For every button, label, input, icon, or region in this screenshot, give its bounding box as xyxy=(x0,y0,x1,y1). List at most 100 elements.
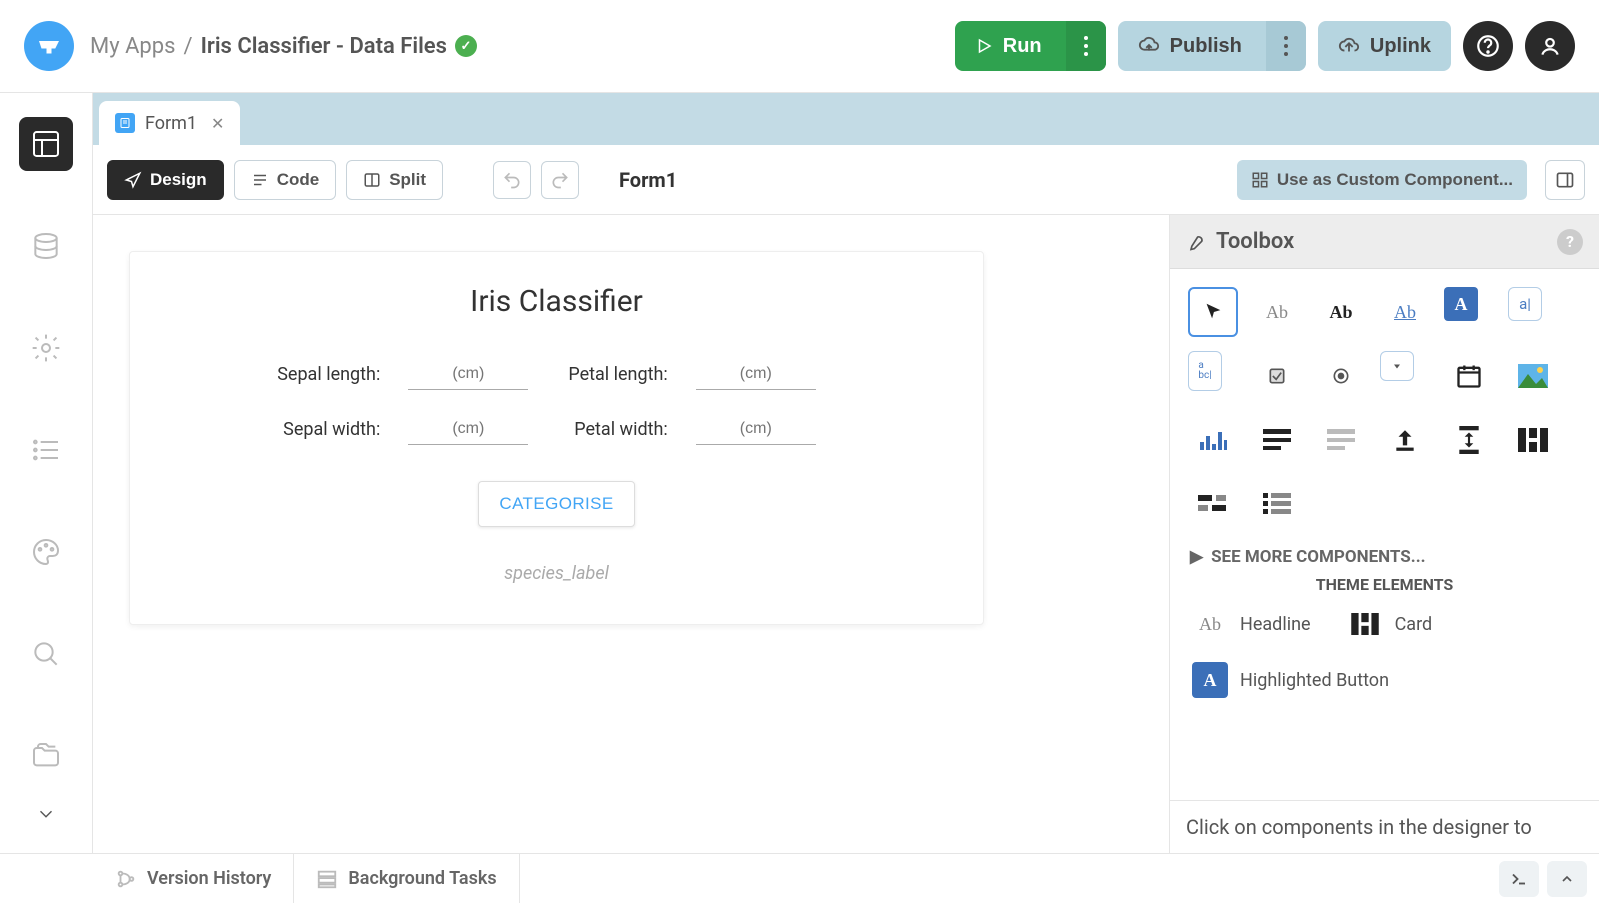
code-label: Code xyxy=(277,170,320,190)
collapse-bottom-button[interactable] xyxy=(1547,861,1587,897)
publish-label: Publish xyxy=(1170,35,1242,58)
tab-form1[interactable]: Form1 ✕ xyxy=(99,101,240,145)
component-textbox[interactable]: a| xyxy=(1508,287,1542,321)
theme-headline-label: Headline xyxy=(1240,614,1311,635)
breadcrumb-separator: / xyxy=(184,34,193,59)
theme-highlighted-button-label: Highlighted Button xyxy=(1240,670,1389,691)
breadcrumb: My Apps / Iris Classifier - Data Files ✓ xyxy=(90,34,939,59)
card-icon xyxy=(1347,606,1383,642)
publish-menu-button[interactable] xyxy=(1266,21,1306,71)
sepal-length-input[interactable] xyxy=(408,359,528,390)
close-tab-icon[interactable]: ✕ xyxy=(211,114,224,133)
species-label-placeholder: species_label xyxy=(170,563,943,584)
top-bar: My Apps / Iris Classifier - Data Files ✓… xyxy=(0,0,1599,93)
redo-button[interactable] xyxy=(541,161,579,199)
component-datagrid[interactable] xyxy=(1316,415,1366,465)
version-history-tab[interactable]: Version History xyxy=(93,854,294,903)
version-history-label: Version History xyxy=(147,868,271,889)
petal-length-input[interactable] xyxy=(696,359,816,390)
component-repeatingpanel[interactable] xyxy=(1252,479,1302,529)
component-checkbox[interactable] xyxy=(1252,351,1302,401)
categorise-button[interactable]: CATEGORISE xyxy=(478,481,634,527)
component-button[interactable]: A xyxy=(1444,287,1478,321)
toolbox-hint: Click on components in the designer to xyxy=(1170,800,1599,853)
sepal-length-label: Sepal length: xyxy=(277,364,388,385)
help-button[interactable] xyxy=(1463,21,1513,71)
bottom-bar: Version History Background Tasks xyxy=(0,853,1599,903)
split-view-button[interactable]: Split xyxy=(346,160,443,200)
app-browser-button[interactable] xyxy=(19,117,73,171)
publish-button[interactable]: Publish xyxy=(1118,21,1306,71)
component-richtext[interactable] xyxy=(1252,415,1302,465)
run-label: Run xyxy=(1003,35,1042,58)
component-pointer[interactable] xyxy=(1188,287,1238,337)
tabs-bar: Form1 ✕ xyxy=(93,93,1599,145)
component-link[interactable]: Ab xyxy=(1380,287,1430,337)
collapse-rail-button[interactable] xyxy=(19,787,73,841)
component-datepicker[interactable] xyxy=(1444,351,1494,401)
custom-component-label: Use as Custom Component... xyxy=(1277,170,1513,190)
petal-width-input[interactable] xyxy=(696,414,816,445)
tab-label: Form1 xyxy=(145,113,197,134)
component-bold-label[interactable]: Ab xyxy=(1316,287,1366,337)
top-actions: Run Publish Uplink xyxy=(955,21,1575,71)
component-plot[interactable] xyxy=(1188,415,1238,465)
data-tables-button[interactable] xyxy=(19,219,73,273)
saved-check-icon: ✓ xyxy=(455,35,477,57)
theme-card-label: Card xyxy=(1395,614,1433,635)
component-dropdown[interactable] xyxy=(1380,351,1414,381)
undo-button[interactable] xyxy=(493,161,531,199)
caret-right-icon: ▶ xyxy=(1190,547,1203,567)
outline-button[interactable] xyxy=(19,423,73,477)
settings-button[interactable] xyxy=(19,321,73,375)
component-image[interactable] xyxy=(1508,351,1558,401)
split-label: Split xyxy=(389,170,426,190)
see-more-label: SEE MORE COMPONENTS... xyxy=(1211,547,1425,567)
form-preview[interactable]: Iris Classifier Sepal length: Petal leng… xyxy=(129,251,984,625)
app-name[interactable]: Iris Classifier - Data Files xyxy=(201,34,447,59)
component-radiobutton[interactable] xyxy=(1316,351,1366,401)
sepal-width-input[interactable] xyxy=(408,414,528,445)
theme-button[interactable] xyxy=(19,525,73,579)
design-canvas[interactable]: Iris Classifier Sepal length: Petal leng… xyxy=(93,215,1169,853)
anvil-logo[interactable] xyxy=(24,21,74,71)
run-menu-button[interactable] xyxy=(1066,21,1106,71)
editor-toolbar: Design Code Split Form1 Use as Custom Co… xyxy=(93,145,1599,215)
component-label[interactable]: Ab xyxy=(1252,287,1302,337)
component-textarea[interactable]: abc| xyxy=(1188,351,1222,391)
left-rail xyxy=(0,93,93,853)
breadcrumb-root[interactable]: My Apps xyxy=(90,34,176,59)
design-label: Design xyxy=(150,170,207,190)
theme-card[interactable]: Card xyxy=(1347,606,1433,642)
toolbox-header: Toolbox ? xyxy=(1170,215,1599,269)
headline-icon: Ab xyxy=(1192,606,1228,642)
toolbox-help-icon[interactable]: ? xyxy=(1557,229,1583,255)
search-button[interactable] xyxy=(19,627,73,681)
theme-highlighted-button[interactable]: A Highlighted Button xyxy=(1192,662,1389,698)
console-button[interactable] xyxy=(1499,861,1539,897)
code-view-button[interactable]: Code xyxy=(234,160,337,200)
component-spacer[interactable] xyxy=(1444,415,1494,465)
component-flowpanel[interactable] xyxy=(1188,479,1238,529)
see-more-components[interactable]: ▶ SEE MORE COMPONENTS... xyxy=(1190,547,1587,567)
uplink-label: Uplink xyxy=(1370,35,1431,58)
toolbox-panel: Toolbox ? Ab Ab Ab A a| abc| xyxy=(1169,215,1599,853)
theme-headline[interactable]: Ab Headline xyxy=(1192,606,1311,642)
petal-width-label: Petal width: xyxy=(568,419,675,440)
petal-length-label: Petal length: xyxy=(568,364,675,385)
files-button[interactable] xyxy=(19,729,73,783)
theme-elements-heading: THEME ELEMENTS xyxy=(1182,575,1587,594)
toggle-panel-button[interactable] xyxy=(1545,160,1585,200)
component-columnpanel[interactable] xyxy=(1508,415,1558,465)
component-fileloader[interactable] xyxy=(1380,415,1430,465)
background-tasks-tab[interactable]: Background Tasks xyxy=(294,854,519,903)
sepal-width-label: Sepal width: xyxy=(277,419,388,440)
design-view-button[interactable]: Design xyxy=(107,160,224,200)
account-button[interactable] xyxy=(1525,21,1575,71)
wrench-icon xyxy=(1186,232,1206,252)
uplink-button[interactable]: Uplink xyxy=(1318,21,1451,71)
use-as-custom-component-button[interactable]: Use as Custom Component... xyxy=(1237,160,1527,200)
form-title: Iris Classifier xyxy=(170,284,943,319)
background-tasks-label: Background Tasks xyxy=(348,868,496,889)
run-button[interactable]: Run xyxy=(955,21,1106,71)
